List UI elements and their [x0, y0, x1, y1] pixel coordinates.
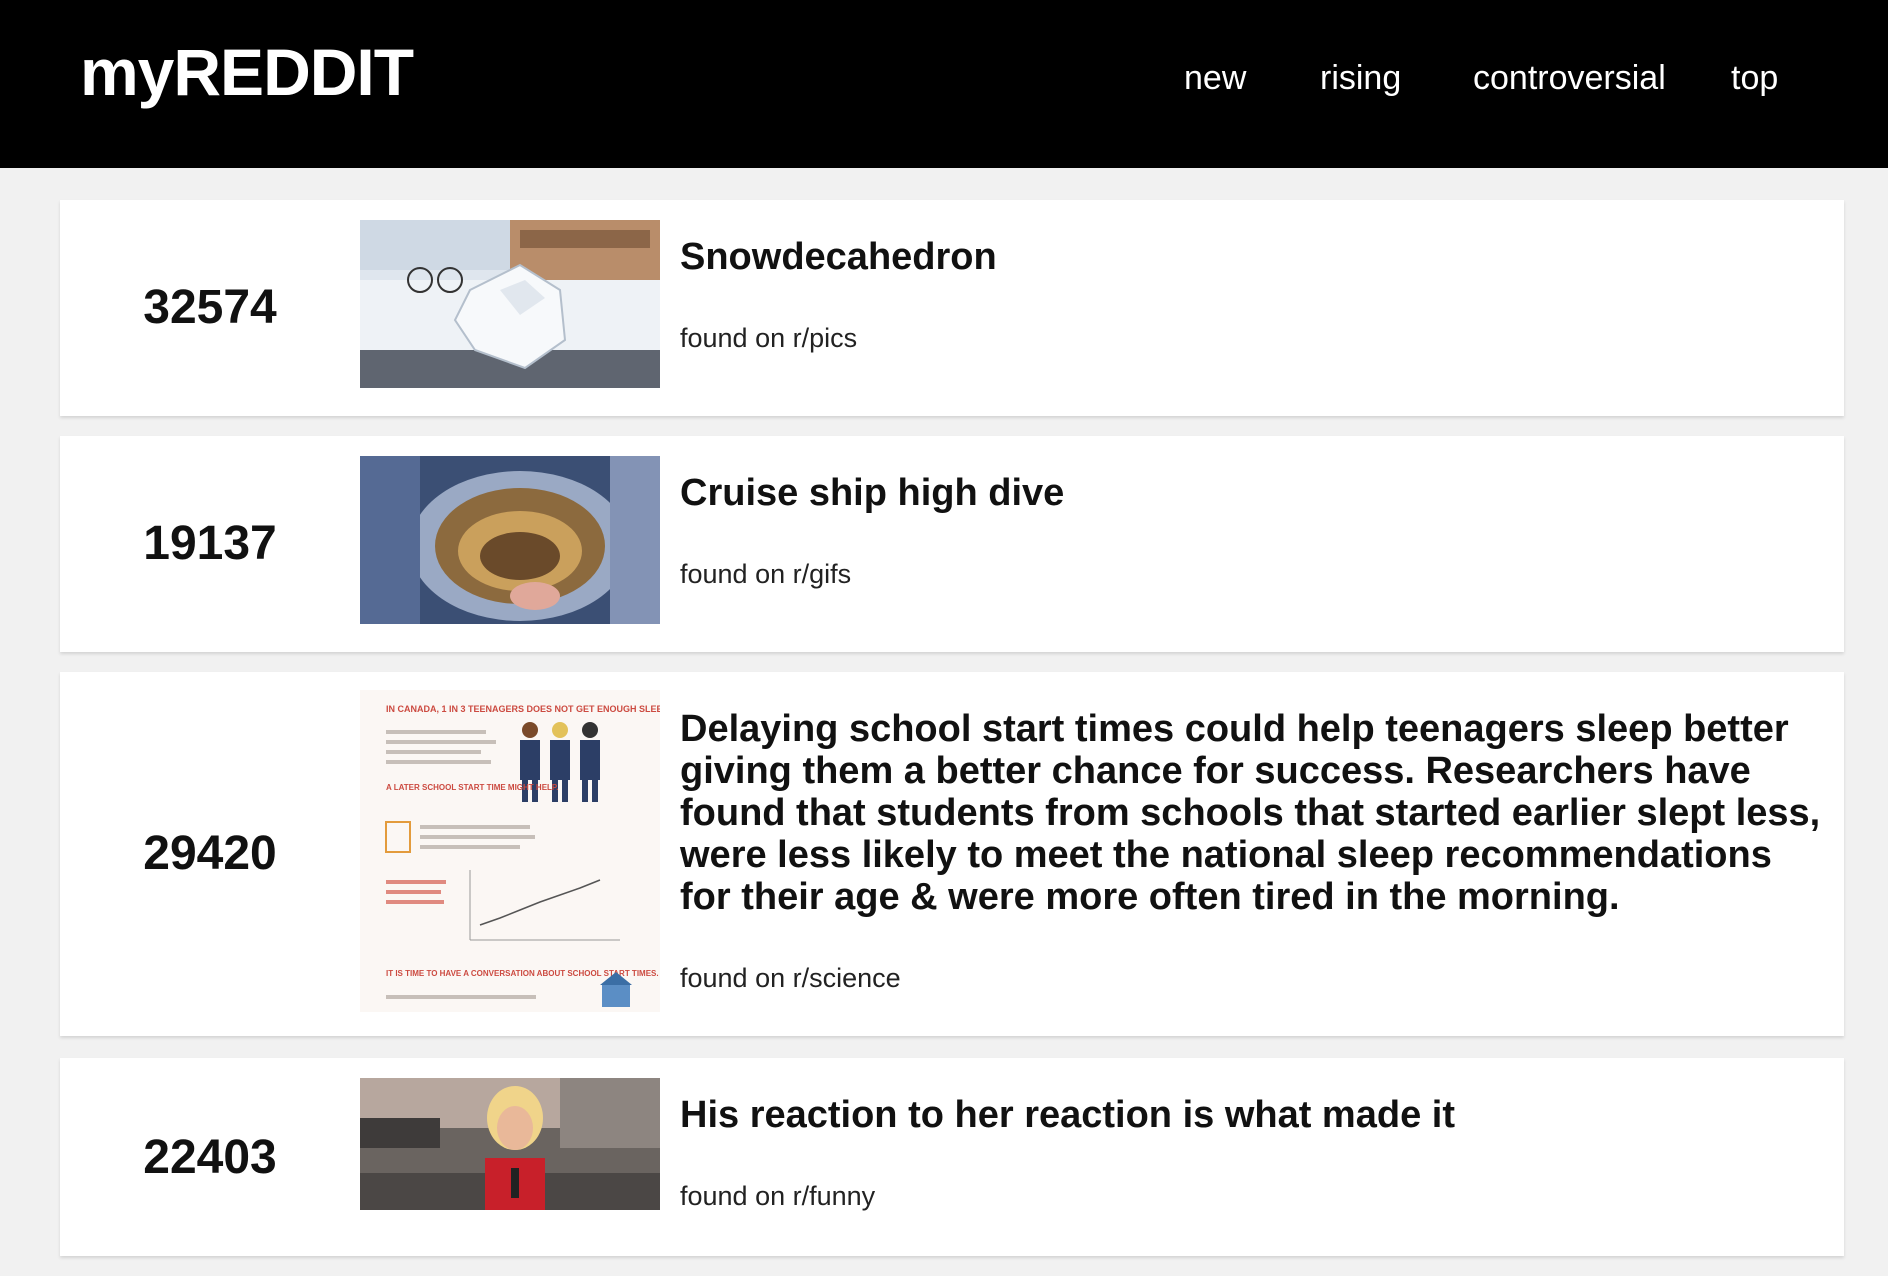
post-score: 19137 [143, 517, 277, 570]
post-source[interactable]: found on r/gifs [680, 558, 851, 590]
nav-controversial[interactable]: controversial [1473, 56, 1666, 100]
post-score: 32574 [143, 281, 277, 334]
post-title[interactable]: His reaction to her reaction is what mad… [680, 1094, 1830, 1136]
infographic-heading: IN CANADA, 1 IN 3 TEENAGERS DOES NOT GET… [386, 704, 660, 714]
post-title[interactable]: Delaying school start times could help t… [680, 708, 1830, 918]
post-title[interactable]: Snowdecahedron [680, 236, 1830, 278]
nav-new[interactable]: new [1184, 56, 1246, 100]
post-score: 22403 [143, 1131, 277, 1184]
post-source[interactable]: found on r/pics [680, 322, 857, 354]
post-card: 19137 Cruise ship high dive found on r/g… [60, 436, 1844, 652]
post-card: 29420 IN CANADA, 1 IN 3 TEENAGERS DOES N… [60, 672, 1844, 1036]
sort-nav: new rising controversial top [0, 56, 1888, 100]
post-score: 29420 [143, 827, 277, 880]
post-card: 22403 His reaction to her reaction is wh… [60, 1058, 1844, 1256]
post-thumbnail[interactable] [360, 1078, 660, 1210]
nav-top[interactable]: top [1731, 56, 1778, 100]
post-title[interactable]: Cruise ship high dive [680, 472, 1830, 514]
post-thumbnail[interactable] [360, 220, 660, 388]
post-card: 32574 Snowdecahedron found on r/pics [60, 200, 1844, 416]
top-header: myREDDIT new rising controversial top [0, 0, 1888, 168]
post-source[interactable]: found on r/funny [680, 1180, 875, 1212]
post-source[interactable]: found on r/science [680, 962, 901, 994]
post-thumbnail[interactable] [360, 456, 660, 624]
nav-rising[interactable]: rising [1320, 56, 1401, 100]
post-thumbnail[interactable]: IN CANADA, 1 IN 3 TEENAGERS DOES NOT GET… [360, 690, 660, 1012]
infographic-later-start: A LATER SCHOOL START TIME MIGHT HELP. [386, 783, 558, 792]
